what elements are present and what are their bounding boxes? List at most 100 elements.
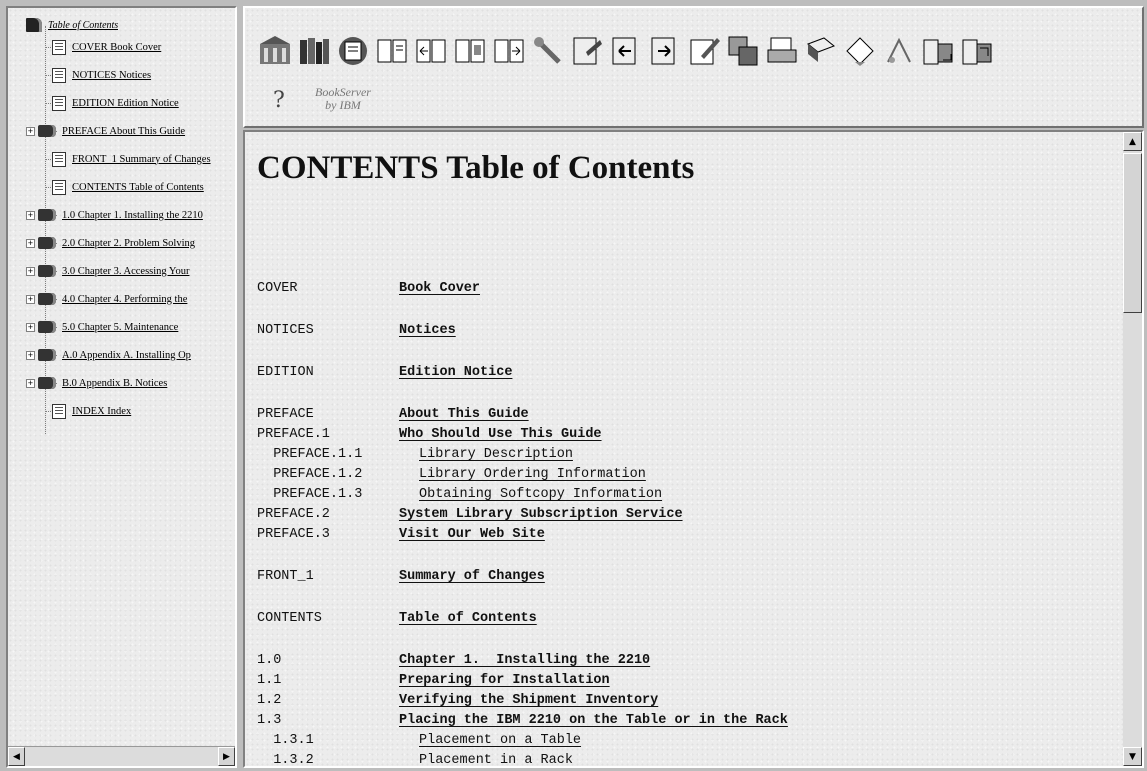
toc-entry-link[interactable]: Edition Notice [399,364,512,382]
tree-item[interactable]: + A.0 Appendix A. Installing Op [26,344,220,366]
paste-icon[interactable] [920,32,955,70]
toc-entry-link[interactable]: System Library Subscription Service [399,506,683,524]
app-window: Table of Contents COVER Book Cover NOTICE… [0,0,1147,771]
scroll-track[interactable] [1123,151,1142,747]
tree-root[interactable]: Table of Contents [26,14,118,36]
tree-item-label: PREFACE About This Guide [62,125,186,137]
tree-item[interactable]: +5.0 Chapter 5. Maintenance [26,316,220,338]
toc-entry-link[interactable]: Library Description [419,446,573,464]
next-page-icon[interactable] [491,32,526,70]
expand-icon[interactable]: + [26,350,35,360]
tree-item[interactable]: + B.0 Appendix B. Notices [26,372,220,394]
toc-entry-link[interactable]: Placement in a Rack [419,752,573,766]
note-icon[interactable] [569,32,604,70]
contents-icon[interactable] [452,32,487,70]
arrow-up-icon: ▲ [1129,136,1136,147]
book-icon [38,237,56,249]
toc-entry-link[interactable]: Library Ordering Information [419,466,646,484]
bookmark-add-icon[interactable] [842,32,877,70]
book-icon [38,125,56,137]
scroll-right-button[interactable]: ▶ [218,747,235,766]
arrow-right-icon: ▶ [223,751,230,762]
forward-icon[interactable] [647,32,682,70]
toc-entry-link[interactable]: Visit Our Web Site [399,526,545,544]
toc-entry-number: PREFACE.2 [257,507,330,522]
tree-item-label: 5.0 Chapter 5. Maintenance [62,321,179,333]
toc-entry-link[interactable]: Obtaining Softcopy Information [419,486,662,504]
document-vertical-scrollbar[interactable]: ▲ ▼ [1123,132,1142,766]
brand-byline: by IBM [325,98,361,112]
tree-item-label: 3.0 Chapter 3. Accessing Your [62,265,190,277]
page-icon [52,39,66,55]
toc-entry-number: PREFACE.1 [257,427,330,442]
scroll-up-button[interactable]: ▲ [1123,132,1142,151]
tree-item-label: INDEX Index [72,405,132,417]
expand-icon[interactable]: + [26,210,35,220]
toc-entry-link[interactable]: Book Cover [399,280,480,298]
tree-item-label: CONTENTS Table of Contents [72,181,204,193]
previous-page-icon[interactable] [413,32,448,70]
toc-entry-number: 1.1 [257,673,282,688]
export-icon[interactable] [959,32,994,70]
copy-icon[interactable] [725,32,760,70]
expand-icon[interactable]: + [26,266,35,276]
expand-icon[interactable]: + [26,294,35,304]
bookmark-icon[interactable] [335,32,370,70]
edit-icon[interactable] [686,32,721,70]
search-icon[interactable] [530,32,565,70]
tree-item-label: 2.0 Chapter 2. Problem Solving [62,237,195,249]
bookshelf-icon[interactable] [296,32,331,70]
library-icon[interactable] [257,32,292,70]
toc-entry-link[interactable]: Notices [399,322,456,340]
toc-entry-link[interactable]: Verifying the Shipment Inventory [399,692,658,710]
tree-item[interactable]: COVER Book Cover [38,36,222,58]
tree-item-label: NOTICES Notices [72,69,152,81]
tree-item[interactable]: +3.0 Chapter 3. Accessing Your [26,260,220,282]
toc-entry-link[interactable]: Placement on a Table [419,732,581,750]
scroll-left-button[interactable]: ◀ [8,747,25,766]
tree-item-label: A.0 Appendix A. Installing Op [62,349,191,361]
toc-entry-link[interactable]: Who Should Use This Guide [399,426,602,444]
scroll-down-button[interactable]: ▼ [1123,747,1142,766]
tree-item[interactable]: + PREFACE About This Guide [26,120,220,142]
back-icon[interactable] [608,32,643,70]
scroll-thumb[interactable] [1123,153,1142,313]
toc-entry-number: 1.3.1 [257,733,314,748]
book-open-icon[interactable] [374,32,409,70]
scroll-track[interactable] [25,747,218,766]
tree-item[interactable]: INDEX Index [38,400,222,422]
tree-item[interactable]: +4.0 Chapter 4. Performing the [26,288,220,310]
toc-tree: Table of Contents COVER Book Cover NOTICE… [8,8,235,746]
sidebar-horizontal-scrollbar[interactable]: ◀ ▶ [8,746,235,766]
book-download-icon[interactable] [803,32,838,70]
help-icon[interactable]: ? [273,88,285,113]
tree-item[interactable]: +1.0 Chapter 1. Installing the 2210 [26,204,220,226]
expand-icon[interactable]: + [26,126,35,136]
open-book-icon [26,18,42,32]
tree-item[interactable]: NOTICES Notices [38,64,222,86]
toc-entry-link[interactable]: Chapter 1. Installing the 2210 [399,652,650,670]
expand-icon[interactable]: + [26,322,35,332]
tree-item[interactable]: FRONT_1 Summary of Changes [38,148,222,170]
tree-item[interactable]: EDITION Edition Notice [38,92,222,114]
tree-item[interactable]: CONTENTS Table of Contents [38,176,222,198]
tree-root-label: Table of Contents [48,19,119,31]
cut-icon[interactable] [881,32,916,70]
expand-icon[interactable]: + [26,378,35,388]
toc-entry-link[interactable]: Table of Contents [399,610,537,628]
toolbar-icons [257,32,994,72]
expand-icon[interactable]: + [26,238,35,248]
book-icon [38,349,56,361]
toc-entry-link[interactable]: Placing the IBM 2210 on the Table or in … [399,712,788,730]
print-icon[interactable] [764,32,799,70]
toc-entry-link[interactable]: About This Guide [399,406,529,424]
toc-entry-number: PREFACE.3 [257,527,330,542]
tree-item[interactable]: +2.0 Chapter 2. Problem Solving [26,232,220,254]
toc-entry-link[interactable]: Preparing for Installation [399,672,610,690]
document-view: CONTENTS Table of Contents COVER Book Cov… [243,130,1144,768]
toc-entry-link[interactable]: Summary of Changes [399,568,545,586]
toc-entry-number: 1.3.2 [257,753,314,766]
toolbar: ? BookServer by IBM [243,6,1144,128]
toc-entry-number: 1.3 [257,713,282,728]
arrow-down-icon: ▼ [1129,751,1136,762]
